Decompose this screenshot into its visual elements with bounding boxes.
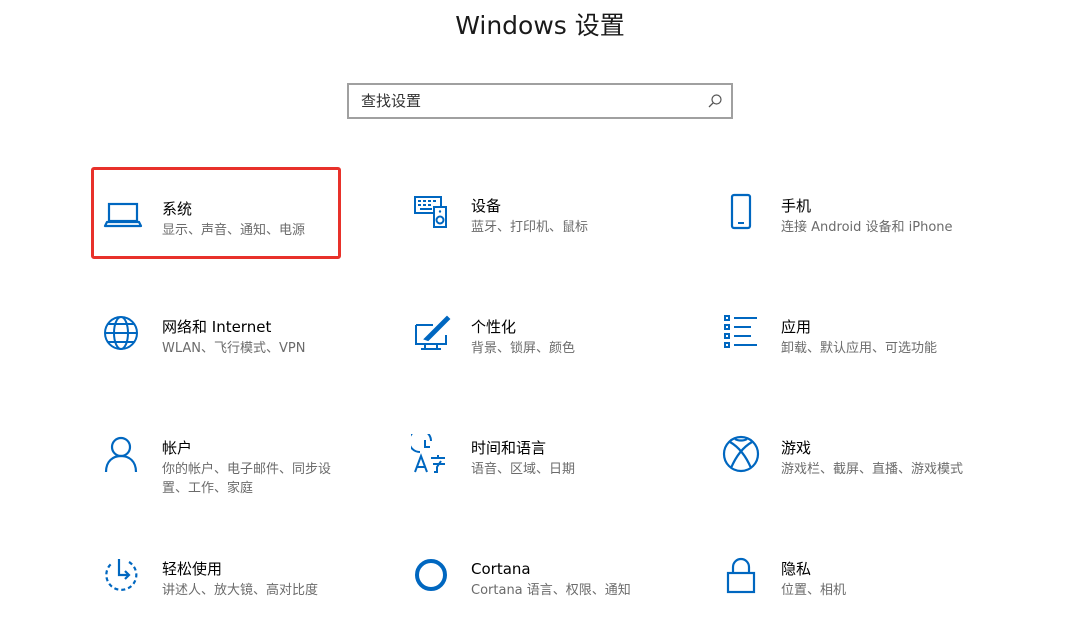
tile-label: 应用 xyxy=(781,318,812,336)
person-icon xyxy=(101,434,141,474)
tile-accounts[interactable]: 帐户 你的帐户、电子邮件、同步设置、工作、家庭 xyxy=(94,412,344,504)
tile-description: Cortana 语言、权限、通知 xyxy=(471,583,631,598)
tile-network[interactable]: 网络和 Internet WLAN、飞行模式、VPN xyxy=(94,291,344,383)
search-box[interactable] xyxy=(347,83,733,119)
tile-label: 轻松使用 xyxy=(162,560,223,578)
tile-gaming[interactable]: 游戏 游戏栏、截屏、直播、游戏模式 xyxy=(713,412,1003,504)
tile-description: 位置、相机 xyxy=(781,583,847,598)
tile-cortana[interactable]: Cortana Cortana 语言、权限、通知 xyxy=(403,533,653,625)
tile-personalization[interactable]: 个性化 背景、锁屏、颜色 xyxy=(403,291,653,383)
tile-time-language[interactable]: 时间和语言 语音、区域、日期 xyxy=(403,412,653,504)
tile-label: 隐私 xyxy=(781,560,812,578)
time-language-icon xyxy=(411,434,451,474)
xbox-icon xyxy=(721,434,761,474)
search-input[interactable] xyxy=(349,85,689,117)
apps-list-icon xyxy=(721,313,761,353)
cortana-icon xyxy=(411,555,451,595)
devices-icon xyxy=(411,192,451,232)
tile-description: 背景、锁屏、颜色 xyxy=(471,341,576,356)
page-title: Windows 设置 xyxy=(455,11,625,40)
laptop-icon xyxy=(103,195,143,235)
tile-ease-of-access[interactable]: 轻松使用 讲述人、放大镜、高对比度 xyxy=(94,533,344,625)
search-icon[interactable] xyxy=(707,93,723,109)
tile-label: Cortana xyxy=(471,560,531,578)
ease-of-access-icon xyxy=(101,555,141,595)
tile-label: 个性化 xyxy=(471,318,517,336)
tile-label: 系统 xyxy=(162,200,193,218)
tile-label: 帐户 xyxy=(162,439,193,457)
tile-label: 设备 xyxy=(471,197,502,215)
tile-label: 时间和语言 xyxy=(471,439,547,457)
globe-icon xyxy=(101,313,141,353)
tile-description: 显示、声音、通知、电源 xyxy=(162,223,306,238)
tile-privacy[interactable]: 隐私 位置、相机 xyxy=(713,533,963,625)
tile-description: 连接 Android 设备和 iPhone xyxy=(781,220,953,235)
tile-apps[interactable]: 应用 卸载、默认应用、可选功能 xyxy=(713,291,963,383)
phone-icon xyxy=(721,192,761,232)
tile-description: 语音、区域、日期 xyxy=(471,462,576,477)
tile-description: 讲述人、放大镜、高对比度 xyxy=(162,583,319,598)
tile-description: 你的帐户、电子邮件、同步设置、工作、家庭 xyxy=(162,462,332,496)
lock-icon xyxy=(721,555,761,595)
tile-label: 网络和 Internet xyxy=(162,318,272,336)
tile-label: 游戏 xyxy=(781,439,812,457)
tile-description: 游戏栏、截屏、直播、游戏模式 xyxy=(781,462,964,477)
tile-phone[interactable]: 手机 连接 Android 设备和 iPhone xyxy=(713,170,1013,262)
tile-label: 手机 xyxy=(781,197,812,215)
tile-devices[interactable]: 设备 蓝牙、打印机、鼠标 xyxy=(403,170,653,262)
tile-description: WLAN、飞行模式、VPN xyxy=(162,341,306,356)
tile-description: 卸载、默认应用、可选功能 xyxy=(781,341,938,356)
personalization-icon xyxy=(411,313,451,353)
tile-description: 蓝牙、打印机、鼠标 xyxy=(471,220,589,235)
tile-system[interactable]: 系统 显示、声音、通知、电源 xyxy=(91,167,341,259)
